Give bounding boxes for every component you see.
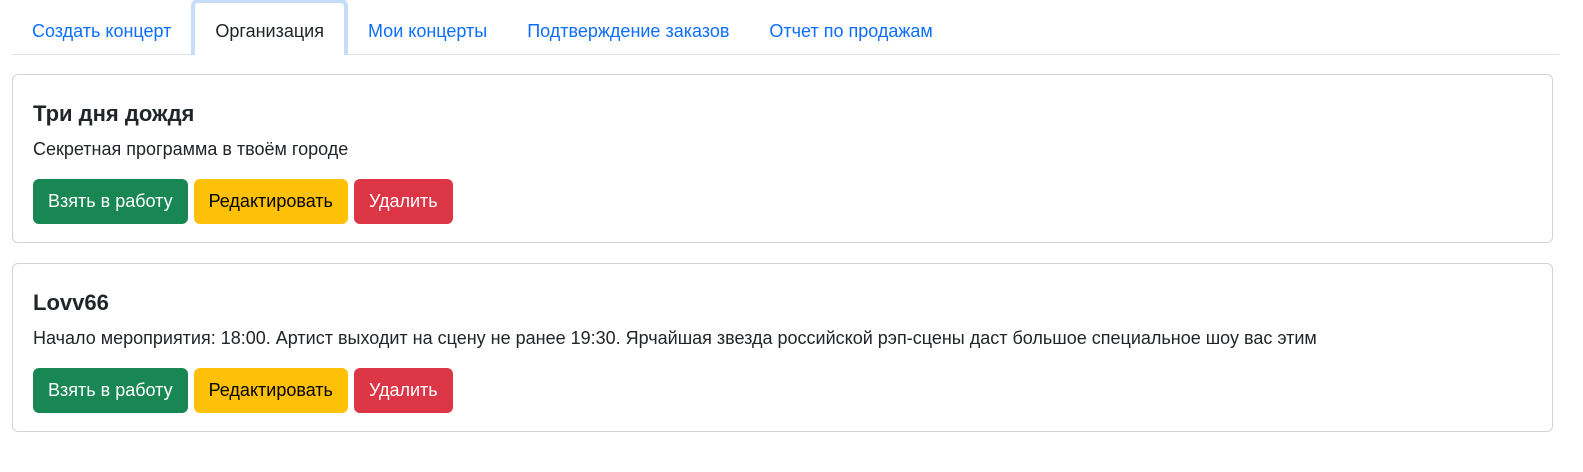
tab-organization[interactable]: Организация [191, 0, 348, 55]
concert-actions: Взять в работу Редактировать Удалить [33, 179, 1532, 224]
take-to-work-button[interactable]: Взять в работу [33, 179, 188, 224]
delete-button[interactable]: Удалить [353, 179, 453, 224]
concert-title: Lovv66 [33, 290, 109, 315]
tab-order-confirmation[interactable]: Подтверждение заказов [507, 1, 749, 54]
delete-button[interactable]: Удалить [353, 368, 453, 413]
concert-card: Три дня дождя Секретная программа в твоё… [12, 74, 1553, 243]
nav-tabs: Создать концерт Организация Мои концерты… [12, 0, 1559, 55]
concert-description: Секретная программа в твоём городе [33, 139, 349, 159]
concert-title: Три дня дождя [33, 101, 195, 126]
concert-actions: Взять в работу Редактировать Удалить [33, 368, 1532, 413]
concert-description: Начало мероприятия: 18:00. Артист выходи… [33, 328, 1317, 348]
app-root: Создать концерт Организация Мои концерты… [0, 0, 1583, 472]
tab-create-concert[interactable]: Создать концерт [12, 1, 191, 54]
edit-button[interactable]: Редактировать [193, 179, 348, 224]
concert-card: Lovv66 Начало мероприятия: 18:00. Артист… [12, 263, 1553, 432]
tab-my-concerts[interactable]: Мои концерты [348, 1, 507, 54]
edit-button[interactable]: Редактировать [193, 368, 348, 413]
tab-sales-report[interactable]: Отчет по продажам [749, 1, 952, 54]
take-to-work-button[interactable]: Взять в работу [33, 368, 188, 413]
